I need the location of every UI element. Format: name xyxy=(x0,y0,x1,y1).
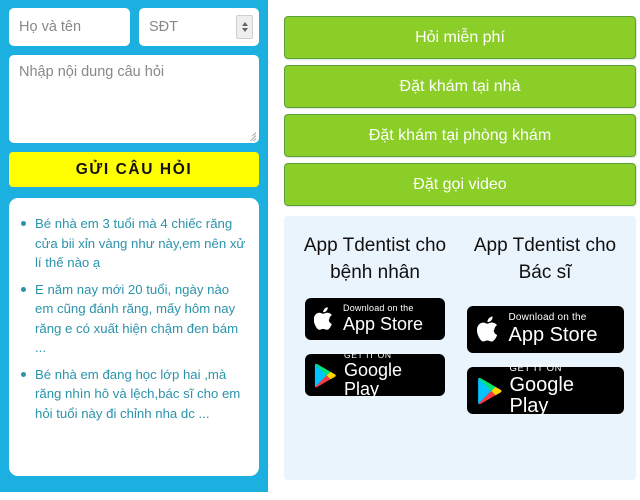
patient-google-play-badge[interactable]: GET IT ON Google Play xyxy=(305,351,445,399)
apple-logo-icon xyxy=(314,306,336,332)
google-play-tagline: GET IT ON xyxy=(509,363,563,375)
doctor-app-store-badge[interactable]: Download on the App Store xyxy=(466,306,624,353)
page-root: Họ và tên SĐT Nhập nội dung câu hỏi GỬI … xyxy=(0,0,640,500)
doctor-google-play-badge[interactable]: GET IT ON Google Play xyxy=(466,364,624,417)
doctor-app-title: App Tdentist cho Bác sĩ xyxy=(473,235,617,283)
action-button-clinic-visit[interactable]: Đặt khám tại phòng khám xyxy=(284,114,636,157)
app-store-tagline: Download on the xyxy=(343,303,414,314)
chevron-up-icon xyxy=(241,22,248,26)
apple-logo-icon xyxy=(476,315,502,344)
google-play-tagline: GET IT ON xyxy=(344,350,392,361)
question-form-panel: Họ và tên SĐT Nhập nội dung câu hỏi GỬI … xyxy=(0,0,268,492)
app-store-tagline: Download on the xyxy=(508,312,587,324)
patient-app-column: App Tdentist cho bệnh nhân Download on t… xyxy=(290,232,460,470)
phone-input-placeholder: SĐT xyxy=(149,19,178,35)
phone-input[interactable]: SĐT xyxy=(139,8,259,46)
patient-google-play-label: GET IT ON Google Play xyxy=(344,351,436,399)
question-textarea[interactable]: Nhập nội dung câu hỏi xyxy=(9,55,259,143)
list-item[interactable]: Bé nhà em đang học lớp hai ,mà răng nhìn… xyxy=(13,365,249,424)
name-input-placeholder: Họ và tên xyxy=(19,19,82,35)
list-item[interactable]: Bé nhà em 3 tuổi mà 4 chiếc răng cửa bii… xyxy=(13,214,249,273)
patient-app-title: App Tdentist cho bệnh nhân xyxy=(303,235,447,283)
stepper-arrows-icon[interactable] xyxy=(236,15,253,39)
app-store-name: App Store xyxy=(508,323,598,346)
google-play-name: Google Play xyxy=(509,373,575,417)
contact-fields-row: Họ và tên SĐT xyxy=(9,8,259,46)
google-play-name: Google Play xyxy=(344,360,403,399)
recent-questions-card: Bé nhà em 3 tuổi mà 4 chiếc răng cửa bii… xyxy=(9,198,259,476)
name-input[interactable]: Họ và tên xyxy=(9,8,130,46)
doctor-app-column: App Tdentist cho Bác sĩ Download on the … xyxy=(460,232,630,470)
resize-grip-icon[interactable] xyxy=(244,128,257,141)
list-item[interactable]: E năm nay mới 20 tuổi, ngày nào em cũng … xyxy=(13,280,249,358)
patient-app-store-badge[interactable]: Download on the App Store xyxy=(305,298,445,340)
chevron-down-icon xyxy=(241,28,248,32)
doctor-google-play-label: GET IT ON Google Play xyxy=(510,364,614,417)
actions-and-apps-column: Hỏi miễn phí Đặt khám tại nhà Đặt khám t… xyxy=(284,0,640,500)
patient-app-store-label: Download on the App Store xyxy=(343,303,424,334)
google-play-triangle-icon xyxy=(314,363,337,388)
app-store-name: App Store xyxy=(343,313,424,334)
action-button-home-visit[interactable]: Đặt khám tại nhà xyxy=(284,65,636,108)
question-textarea-placeholder: Nhập nội dung câu hỏi xyxy=(19,64,165,80)
submit-question-button[interactable]: GỬI CÂU HỎI xyxy=(9,152,259,187)
doctor-app-store-label: Download on the App Store xyxy=(509,313,598,346)
action-button-video-call[interactable]: Đặt gọi video xyxy=(284,163,636,206)
app-download-panel: App Tdentist cho bệnh nhân Download on t… xyxy=(284,216,636,480)
recent-questions-list: Bé nhà em 3 tuổi mà 4 chiếc răng cửa bii… xyxy=(13,214,249,423)
action-button-free-question[interactable]: Hỏi miễn phí xyxy=(284,16,636,59)
google-play-triangle-icon xyxy=(477,377,503,405)
